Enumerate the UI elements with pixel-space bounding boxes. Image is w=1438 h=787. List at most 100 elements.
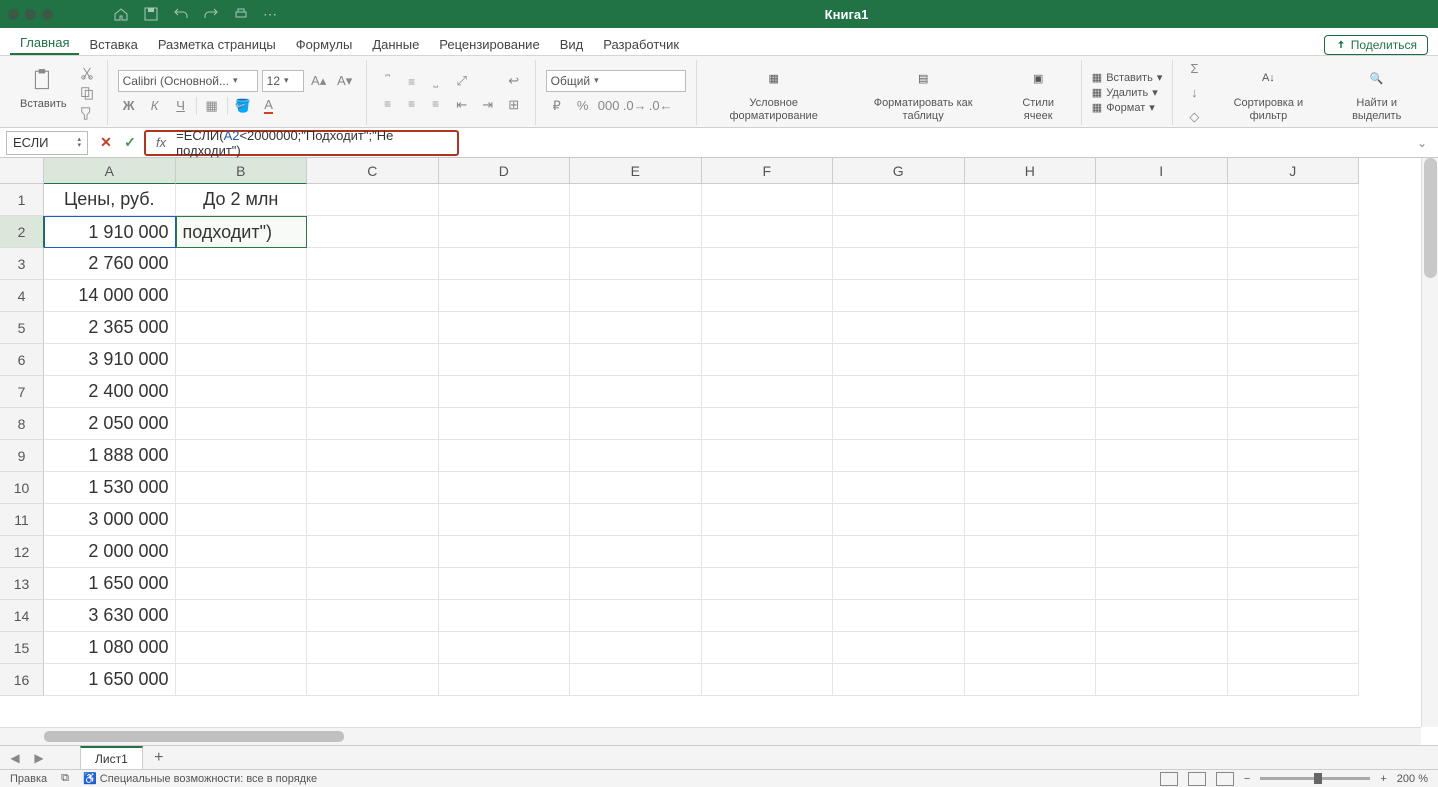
- cell-G3[interactable]: [833, 248, 965, 280]
- align-middle-icon[interactable]: ≡: [401, 72, 423, 92]
- cell-C2[interactable]: [307, 216, 439, 248]
- cell-E3[interactable]: [570, 248, 702, 280]
- expand-formula-bar-icon[interactable]: ⌄: [1412, 133, 1432, 153]
- cell-H4[interactable]: [965, 280, 1097, 312]
- cell-C12[interactable]: [307, 536, 439, 568]
- row-header-2[interactable]: 2: [0, 216, 44, 248]
- percent-icon[interactable]: %: [572, 96, 594, 116]
- vertical-scrollbar[interactable]: [1421, 158, 1438, 727]
- cell-E9[interactable]: [570, 440, 702, 472]
- cell-J12[interactable]: [1228, 536, 1360, 568]
- cell-G6[interactable]: [833, 344, 965, 376]
- row-header-14[interactable]: 14: [0, 600, 44, 632]
- macro-record-icon[interactable]: ⧉: [61, 772, 69, 785]
- cell-E16[interactable]: [570, 664, 702, 696]
- autosum-icon[interactable]: Σ: [1183, 59, 1205, 79]
- cell-G13[interactable]: [833, 568, 965, 600]
- increase-decimal-icon[interactable]: .0→: [624, 96, 646, 116]
- cell-E14[interactable]: [570, 600, 702, 632]
- row-header-13[interactable]: 13: [0, 568, 44, 600]
- cell-D14[interactable]: [439, 600, 571, 632]
- cell-B1[interactable]: До 2 млн: [176, 184, 308, 216]
- col-header-D[interactable]: D: [439, 158, 571, 184]
- cell-F11[interactable]: [702, 504, 834, 536]
- cell-E13[interactable]: [570, 568, 702, 600]
- fill-color-icon[interactable]: 🪣: [232, 96, 254, 116]
- cell-I1[interactable]: [1096, 184, 1228, 216]
- cell-F2[interactable]: [702, 216, 834, 248]
- cell-C11[interactable]: [307, 504, 439, 536]
- next-sheet-icon[interactable]: ▶: [30, 749, 48, 767]
- conditional-formatting-button[interactable]: ▦ Условное форматирование: [707, 61, 841, 123]
- cell-B4[interactable]: [176, 280, 308, 312]
- cell-A9[interactable]: 1 888 000: [44, 440, 176, 472]
- cell-C3[interactable]: [307, 248, 439, 280]
- cell-H15[interactable]: [965, 632, 1097, 664]
- cell-I14[interactable]: [1096, 600, 1228, 632]
- normal-view-icon[interactable]: [1160, 772, 1178, 786]
- cell-J3[interactable]: [1228, 248, 1360, 280]
- cell-G16[interactable]: [833, 664, 965, 696]
- cell-B14[interactable]: [176, 600, 308, 632]
- cell-H12[interactable]: [965, 536, 1097, 568]
- row-header-12[interactable]: 12: [0, 536, 44, 568]
- cell-H2[interactable]: [965, 216, 1097, 248]
- col-header-I[interactable]: I: [1096, 158, 1228, 184]
- cell-H13[interactable]: [965, 568, 1097, 600]
- cell-D10[interactable]: [439, 472, 571, 504]
- col-header-A[interactable]: A: [44, 158, 176, 184]
- cell-F10[interactable]: [702, 472, 834, 504]
- row-header-4[interactable]: 4: [0, 280, 44, 312]
- cell-I5[interactable]: [1096, 312, 1228, 344]
- cell-H16[interactable]: [965, 664, 1097, 696]
- row-header-15[interactable]: 15: [0, 632, 44, 664]
- cell-E8[interactable]: [570, 408, 702, 440]
- cell-C16[interactable]: [307, 664, 439, 696]
- cell-D11[interactable]: [439, 504, 571, 536]
- cell-C14[interactable]: [307, 600, 439, 632]
- cell-E1[interactable]: [570, 184, 702, 216]
- cell-J8[interactable]: [1228, 408, 1360, 440]
- tab-view[interactable]: Вид: [550, 33, 594, 55]
- cell-D6[interactable]: [439, 344, 571, 376]
- cell-J7[interactable]: [1228, 376, 1360, 408]
- cell-I9[interactable]: [1096, 440, 1228, 472]
- col-header-H[interactable]: H: [965, 158, 1097, 184]
- clear-icon[interactable]: ◇: [1183, 107, 1205, 127]
- cell-J9[interactable]: [1228, 440, 1360, 472]
- cell-A13[interactable]: 1 650 000: [44, 568, 176, 600]
- paste-button[interactable]: Вставить: [16, 64, 71, 112]
- close-window-icon[interactable]: [8, 9, 19, 20]
- cell-D12[interactable]: [439, 536, 571, 568]
- print-icon[interactable]: [233, 6, 249, 22]
- border-icon[interactable]: ▦: [201, 96, 223, 116]
- prev-sheet-icon[interactable]: ◀: [6, 749, 24, 767]
- row-header-5[interactable]: 5: [0, 312, 44, 344]
- cell-F16[interactable]: [702, 664, 834, 696]
- cell-A1[interactable]: Цены, руб.: [44, 184, 176, 216]
- cell-H10[interactable]: [965, 472, 1097, 504]
- cell-B8[interactable]: [176, 408, 308, 440]
- cell-A5[interactable]: 2 365 000: [44, 312, 176, 344]
- row-header-10[interactable]: 10: [0, 472, 44, 504]
- cell-H5[interactable]: [965, 312, 1097, 344]
- cell-D1[interactable]: [439, 184, 571, 216]
- row-header-7[interactable]: 7: [0, 376, 44, 408]
- cell-I10[interactable]: [1096, 472, 1228, 504]
- share-button[interactable]: Поделиться: [1324, 35, 1428, 55]
- cell-B11[interactable]: [176, 504, 308, 536]
- row-header-9[interactable]: 9: [0, 440, 44, 472]
- align-center-icon[interactable]: ≡: [401, 94, 423, 114]
- orientation-icon[interactable]: ⤢: [451, 71, 473, 91]
- cell-F3[interactable]: [702, 248, 834, 280]
- cell-G7[interactable]: [833, 376, 965, 408]
- cell-D9[interactable]: [439, 440, 571, 472]
- cell-G4[interactable]: [833, 280, 965, 312]
- format-cells-button[interactable]: ▦ Формат ▾: [1092, 101, 1163, 114]
- cell-A15[interactable]: 1 080 000: [44, 632, 176, 664]
- cell-F14[interactable]: [702, 600, 834, 632]
- cell-H9[interactable]: [965, 440, 1097, 472]
- cell-D3[interactable]: [439, 248, 571, 280]
- cell-G1[interactable]: [833, 184, 965, 216]
- cell-D13[interactable]: [439, 568, 571, 600]
